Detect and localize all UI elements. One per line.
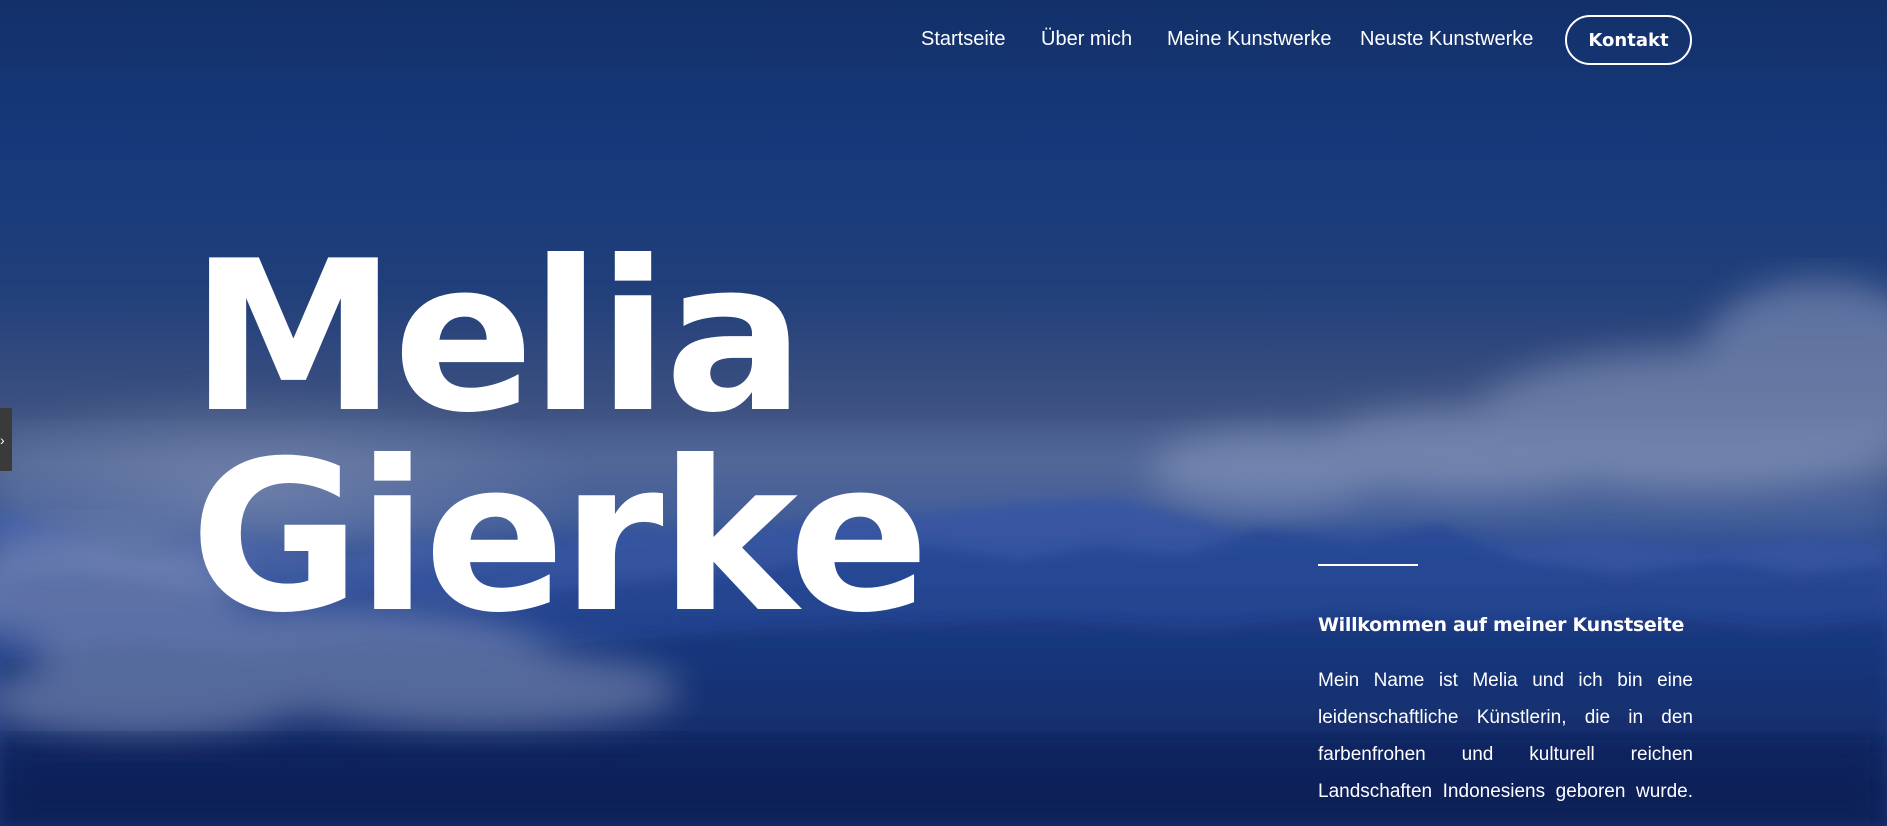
intro-divider (1318, 564, 1418, 566)
hero-title-last-name: Gierke (190, 417, 929, 659)
nav-item-neuste-kunstwerke[interactable]: Neuste Kunstwerke (1360, 28, 1533, 51)
side-panel-toggle[interactable]: › (0, 408, 12, 471)
hero-title: Melia Gierke (190, 217, 929, 659)
hero-section: Startseite Über mich Meine Kunstwerke Ne… (0, 0, 1887, 826)
nav-item-ueber-mich[interactable]: Über mich (1041, 28, 1132, 51)
nav-item-meine-kunstwerke[interactable]: Meine Kunstwerke (1167, 28, 1332, 51)
nav-item-startseite[interactable]: Startseite (921, 28, 1005, 51)
hero-title-first-name: Melia (190, 217, 805, 459)
intro-heading: Willkommen auf meiner Kunstseite (1318, 614, 1685, 636)
main-navigation: Startseite Über mich Meine Kunstwerke Ne… (0, 0, 1887, 82)
intro-text: Mein Name ist Melia und ich bin eine lei… (1318, 670, 1693, 802)
chevron-right-icon: › (0, 431, 5, 448)
contact-button[interactable]: Kontakt (1565, 15, 1692, 65)
intro-block: Willkommen auf meiner Kunstseite Mein Na… (1318, 564, 1693, 810)
